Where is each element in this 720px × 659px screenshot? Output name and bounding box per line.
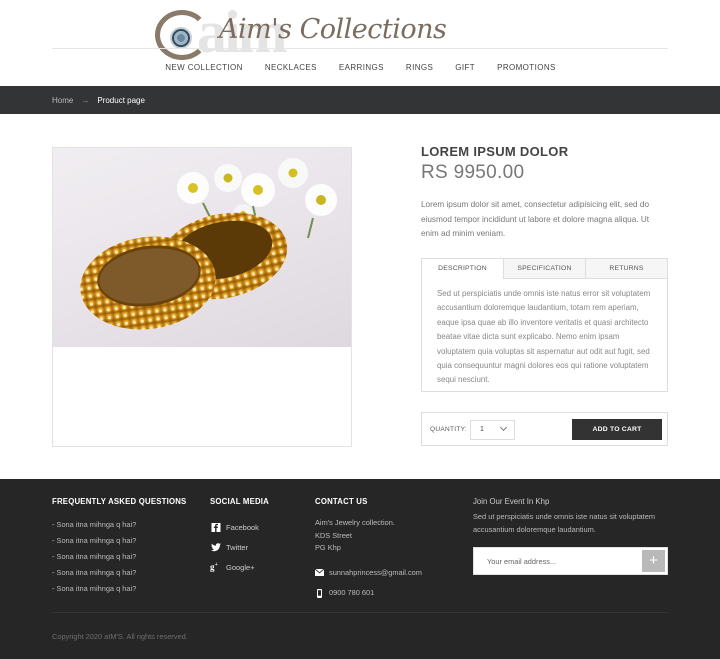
breadcrumb-current: Product page	[97, 95, 145, 105]
footer-divider	[52, 612, 668, 613]
breadcrumb: Home → Product page	[0, 86, 720, 114]
social-facebook[interactable]: Facebook	[210, 517, 259, 537]
newsletter-submit-plus-icon[interactable]: +	[642, 550, 665, 572]
product-description: Lorem ipsum dolor sit amet, consectetur …	[421, 200, 650, 238]
quantity-select[interactable]: 1	[470, 420, 515, 440]
copyright: Copyright 2020 aIM'S. All rights reserve…	[52, 632, 188, 641]
social-twitter-label: Twitter	[226, 542, 249, 552]
tab-specification[interactable]: SPECIFICATION	[503, 259, 585, 278]
newsletter-form: +	[473, 547, 668, 575]
logo-text: Aim's Collections	[219, 14, 447, 45]
social-facebook-label: Facebook	[226, 522, 259, 532]
contact-heading: CONTACT US	[315, 497, 368, 506]
site-header: aim Aim's Collections NEW COLLECTION NEC…	[0, 0, 720, 86]
breadcrumb-arrow-icon: →	[81, 95, 90, 105]
social-links: Facebook Twitter g+ Google+	[210, 517, 259, 577]
site-footer: FREQUENTLY ASKED QUESTIONS - Sona itna m…	[0, 479, 720, 659]
contact-email-text: sunnahprincess@gmail.com	[329, 567, 422, 577]
nav-promotions[interactable]: PROMOTIONS	[497, 63, 556, 72]
add-to-cart-panel: QUANTITY: 1 ADD TO CART	[421, 412, 668, 446]
phone-icon	[317, 588, 322, 598]
contact-phone[interactable]: 0900 780 601	[315, 587, 422, 600]
social-google-plus[interactable]: g+ Google+	[210, 557, 259, 577]
nav-necklaces[interactable]: NECKLACES	[265, 63, 317, 72]
faq-item[interactable]: - Sona itna mihnga q hai?	[52, 565, 136, 581]
faq-item[interactable]: - Sona itna mihnga q hai?	[52, 533, 136, 549]
product-image-frame	[52, 147, 352, 447]
faq-item[interactable]: - Sona itna mihnga q hai?	[52, 581, 136, 597]
quantity-label: QUANTITY:	[430, 426, 468, 433]
nav-earrings[interactable]: EARRINGS	[339, 63, 384, 72]
twitter-icon	[211, 542, 221, 551]
product-price: RS 9950.00	[421, 162, 525, 183]
quantity-value: 1	[480, 426, 484, 433]
faq-list: - Sona itna mihnga q hai? - Sona itna mi…	[52, 517, 136, 597]
contact-email[interactable]: sunnahprincess@gmail.com	[315, 567, 422, 580]
logo-gem-icon	[170, 27, 192, 49]
brand-logo[interactable]: aim Aim's Collections	[155, 2, 447, 62]
faq-heading: FREQUENTLY ASKED QUESTIONS	[52, 497, 187, 506]
nav-gift[interactable]: GIFT	[455, 63, 475, 72]
social-heading: SOCIAL MEDIA	[210, 497, 270, 506]
nav-new-collection[interactable]: NEW COLLECTION	[165, 63, 243, 72]
faq-item[interactable]: - Sona itna mihnga q hai?	[52, 517, 136, 533]
tab-content: Sed ut perspiciatis unde omnis iste natu…	[437, 289, 651, 385]
faq-item[interactable]: - Sona itna mihnga q hai?	[52, 549, 136, 565]
contact-info: Aim's Jewelry collection. KDS Street PG …	[315, 517, 422, 600]
main-nav: NEW COLLECTION NECKLACES EARRINGS RINGS …	[0, 63, 720, 72]
tab-description[interactable]: DESCRIPTION	[422, 259, 503, 279]
tab-returns[interactable]: RETURNS	[585, 259, 667, 278]
newsletter-title: Join Our Event In Khp	[473, 497, 550, 506]
nav-rings[interactable]: RINGS	[406, 63, 433, 72]
contact-phone-text: 0900 780 601	[329, 588, 375, 597]
product-photo[interactable]	[53, 148, 351, 347]
product-title: LOREM IPSUM DOLOR	[421, 144, 569, 159]
product-tabs: DESCRIPTION SPECIFICATION RETURNS Sed ut…	[421, 258, 668, 392]
contact-address-line: Aim's Jewelry collection.	[315, 518, 395, 527]
envelope-icon	[315, 569, 324, 577]
newsletter-email-input[interactable]	[474, 548, 642, 574]
social-google-plus-label: Google+	[226, 562, 255, 572]
newsletter-text: Sed ut perspiciatis unde omnis iste natu…	[473, 512, 655, 534]
chevron-down-icon	[499, 423, 508, 432]
bangles-image	[80, 158, 337, 330]
contact-address-line: PG Khp	[315, 543, 341, 552]
facebook-icon	[211, 522, 221, 532]
add-to-cart-button[interactable]: ADD TO CART	[572, 419, 662, 440]
google-plus-icon: g+	[210, 562, 218, 572]
contact-address-line: KDS Street	[315, 530, 352, 540]
tab-bar: DESCRIPTION SPECIFICATION RETURNS	[422, 259, 667, 279]
breadcrumb-home[interactable]: Home	[52, 96, 73, 105]
header-divider	[52, 48, 668, 49]
social-twitter[interactable]: Twitter	[210, 537, 259, 557]
